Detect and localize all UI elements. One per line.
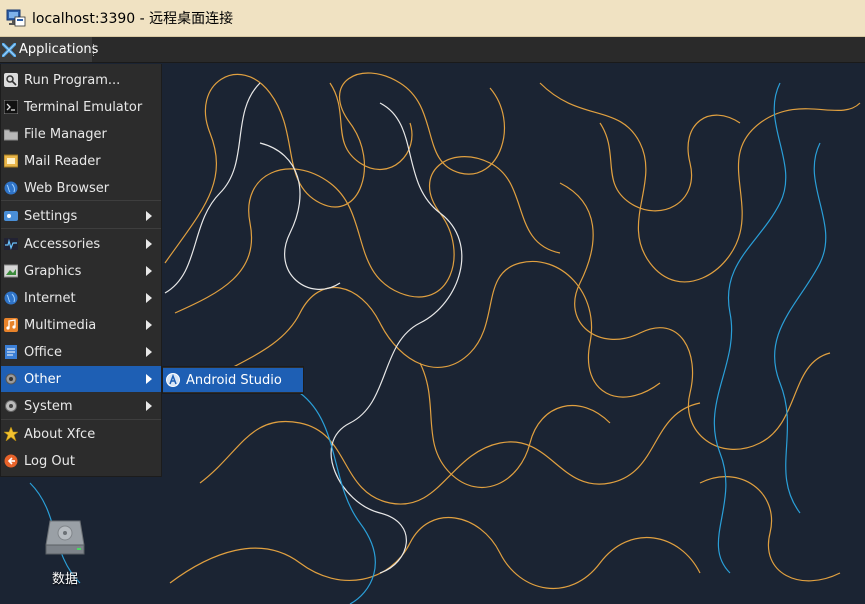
menu-item-label: Mail Reader bbox=[24, 153, 101, 169]
menu-item-label: Accessories bbox=[24, 236, 101, 252]
submenu-arrow-icon bbox=[146, 266, 152, 276]
menu-item-label: Internet bbox=[24, 290, 76, 306]
menu-item-label: Terminal Emulator bbox=[24, 99, 143, 115]
menu-item-settings[interactable]: Settings bbox=[1, 203, 161, 229]
menu-item-multimedia[interactable]: Multimedia bbox=[1, 312, 161, 338]
submenu-arrow-icon bbox=[146, 211, 152, 221]
menu-item-label: File Manager bbox=[24, 126, 107, 142]
gear-icon bbox=[4, 372, 18, 386]
menu-separator bbox=[1, 228, 161, 229]
menu-item-label: Other bbox=[24, 371, 61, 387]
submenu-arrow-icon bbox=[146, 401, 152, 411]
menu-item-other[interactable]: Other bbox=[1, 366, 161, 392]
menu-item-android-studio[interactable]: Android Studio bbox=[163, 368, 303, 392]
menu-item-label: Graphics bbox=[24, 263, 82, 279]
settings-icon bbox=[4, 209, 18, 223]
menu-item-system[interactable]: System bbox=[1, 393, 161, 419]
applications-label: Applications bbox=[19, 42, 99, 57]
rdp-title-bar: localhost:3390 - 远程桌面连接 bbox=[0, 0, 865, 37]
terminal-icon bbox=[4, 100, 18, 114]
panel-separator bbox=[93, 44, 97, 56]
menu-item-mail-reader[interactable]: Mail Reader bbox=[1, 148, 161, 174]
search-icon bbox=[4, 73, 18, 87]
logout-icon bbox=[4, 454, 18, 468]
menu-item-about-xfce[interactable]: About Xfce bbox=[1, 421, 161, 447]
top-panel: Applications bbox=[0, 37, 865, 63]
desktop-icon-label: 数据 bbox=[51, 572, 78, 587]
android-studio-icon bbox=[166, 373, 180, 387]
menu-item-internet[interactable]: Internet bbox=[1, 285, 161, 311]
submenu-arrow-icon bbox=[146, 347, 152, 357]
menu-item-label: Web Browser bbox=[24, 180, 110, 196]
menu-item-label: Log Out bbox=[24, 453, 75, 469]
menu-item-label: System bbox=[24, 398, 73, 414]
menu-item-label: Office bbox=[24, 344, 62, 360]
menu-item-log-out[interactable]: Log Out bbox=[1, 448, 161, 474]
globe-icon bbox=[4, 291, 18, 305]
globe-icon bbox=[4, 181, 18, 195]
window-title: localhost:3390 - 远程桌面连接 bbox=[32, 11, 234, 27]
mail-icon bbox=[4, 154, 18, 168]
menu-item-office[interactable]: Office bbox=[1, 339, 161, 365]
menu-item-label: About Xfce bbox=[24, 426, 96, 442]
menu-item-run-program[interactable]: Run Program... bbox=[1, 67, 161, 93]
submenu-arrow-icon bbox=[146, 320, 152, 330]
folder-icon bbox=[4, 127, 18, 141]
graphics-icon bbox=[4, 264, 18, 278]
music-icon bbox=[4, 318, 18, 332]
submenu-arrow-icon bbox=[146, 239, 152, 249]
submenu-arrow-icon bbox=[146, 293, 152, 303]
remote-desktop-icon bbox=[6, 8, 26, 28]
menu-item-label: Run Program... bbox=[24, 72, 121, 88]
xfce-logo-icon bbox=[2, 42, 16, 57]
star-icon bbox=[4, 427, 18, 441]
submenu-arrow-icon bbox=[146, 374, 152, 384]
applications-menu-button[interactable]: Applications bbox=[0, 37, 98, 62]
menu-separator bbox=[1, 419, 161, 420]
drive-icon bbox=[44, 519, 86, 557]
menu-separator bbox=[1, 200, 161, 201]
menu-item-accessories[interactable]: Accessories bbox=[1, 231, 161, 257]
menu-item-file-manager[interactable]: File Manager bbox=[1, 121, 161, 147]
menu-item-label: Multimedia bbox=[24, 317, 97, 333]
menu-item-terminal-emulator[interactable]: Terminal Emulator bbox=[1, 94, 161, 120]
gear-icon bbox=[4, 399, 18, 413]
document-icon bbox=[4, 345, 18, 359]
other-submenu: Android Studio bbox=[162, 366, 304, 394]
menu-item-label: Settings bbox=[24, 208, 78, 224]
accessories-icon bbox=[4, 237, 18, 251]
applications-menu: Run Program... Terminal Emulator File Ma… bbox=[0, 64, 162, 477]
menu-item-label: Android Studio bbox=[186, 372, 282, 388]
menu-item-web-browser[interactable]: Web Browser bbox=[1, 175, 161, 201]
menu-item-graphics[interactable]: Graphics bbox=[1, 258, 161, 284]
desktop-icon-drive[interactable]: 数据 bbox=[40, 515, 90, 587]
